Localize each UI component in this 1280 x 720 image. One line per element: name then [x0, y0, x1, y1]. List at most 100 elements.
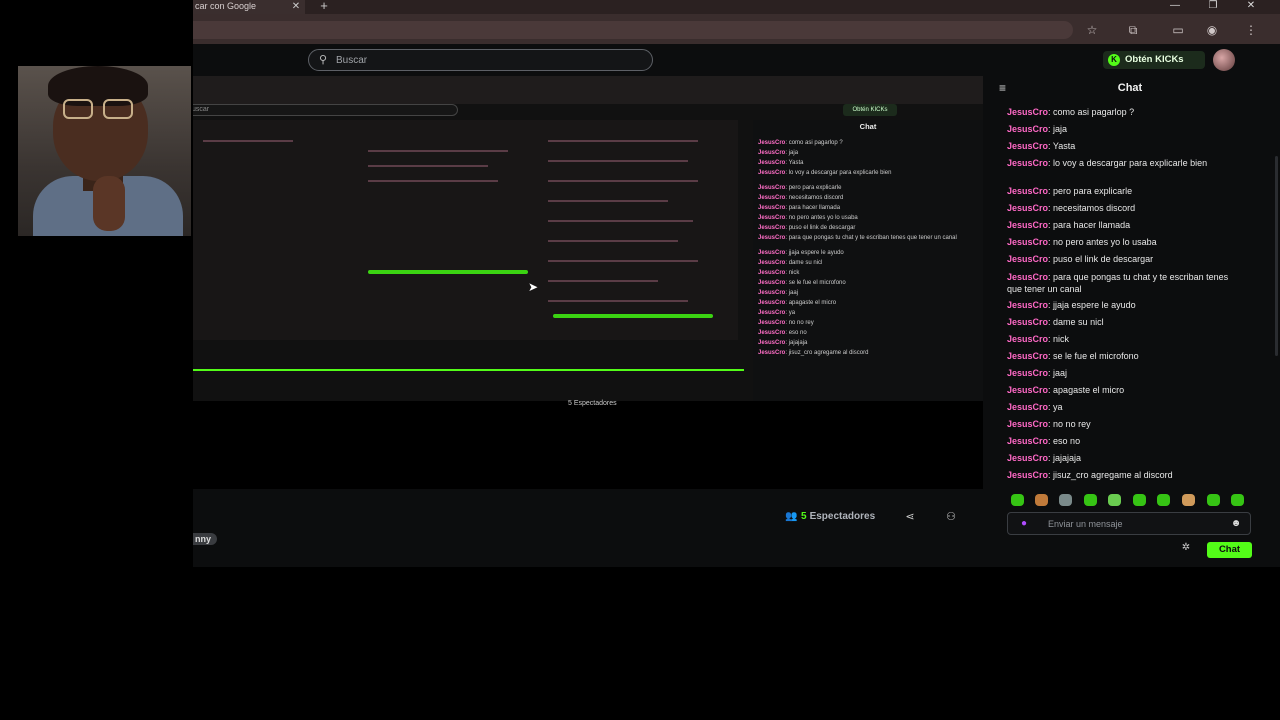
chat-username[interactable]: JesusCro [1007, 141, 1048, 151]
emote-bar [1007, 492, 1247, 508]
emote-button[interactable] [1059, 494, 1072, 506]
chat-text: nick [1053, 334, 1070, 344]
emote-button[interactable] [1231, 494, 1244, 506]
top-navigation: ⚲ K Obtén KICKs [193, 44, 1280, 76]
emote-button[interactable] [1035, 494, 1048, 506]
emote-button[interactable] [1182, 494, 1195, 506]
chat-username[interactable]: JesusCro [1007, 158, 1048, 168]
chat-message: JesusCro: dame su nicl [1007, 317, 1104, 327]
webcam-hand [93, 176, 125, 231]
screen: car con Google ✕ + — ❐ ✕ ☆ ⧉ ▭ ◉ ⋮ ⚲ K O… [0, 0, 1280, 720]
chat-text: se le fue el microfono [1053, 351, 1139, 361]
search-box[interactable]: ⚲ [308, 49, 653, 71]
address-bar[interactable] [193, 21, 1073, 39]
recursion-line [203, 140, 293, 142]
minimize-button[interactable]: — [1166, 0, 1184, 14]
sidebar-icon[interactable]: ▭ [1170, 22, 1186, 38]
captured-chat-line: JesusCro: ya [758, 310, 796, 316]
menu-icon[interactable]: ⋮ [1243, 22, 1259, 38]
chat-text: apagaste el micro [1053, 385, 1125, 395]
chat-send-button[interactable]: Chat [1207, 542, 1252, 558]
recursion-line [368, 150, 508, 152]
emote-button[interactable] [1108, 494, 1121, 506]
chat-message: JesusCro: se le fue el microfono [1007, 351, 1139, 361]
chat-username[interactable]: JesusCro [1007, 351, 1048, 361]
chat-username[interactable]: JesusCro [1007, 272, 1048, 282]
chat-username[interactable]: JesusCro [1007, 470, 1048, 480]
chat-username[interactable]: JesusCro [1007, 402, 1048, 412]
follow-icon[interactable]: ⚇ [943, 510, 959, 524]
emote-button[interactable] [1084, 494, 1097, 506]
emote-button[interactable] [1133, 494, 1146, 506]
chat-text: ya [1053, 402, 1063, 412]
star-icon[interactable]: ☆ [1084, 22, 1100, 38]
chat-message: JesusCro: pero para explicarle [1007, 186, 1133, 196]
captured-chat-line: JesusCro: se le fue el microfono [758, 280, 846, 286]
new-tab-button[interactable]: + [317, 0, 331, 14]
chat-username[interactable]: JesusCro [1007, 317, 1048, 327]
chat-message: JesusCro: apagaste el micro [1007, 385, 1125, 395]
emote-button[interactable] [1011, 494, 1024, 506]
chat-input-box[interactable]: ● ☻ [1007, 512, 1251, 535]
chat-username[interactable]: JesusCro [1007, 186, 1048, 196]
extensions-icon[interactable]: ⧉ [1125, 22, 1141, 38]
chat-username[interactable]: JesusCro [1007, 453, 1048, 463]
video-player[interactable]: uscar Obtén KICKs Chat JesusCro: como as… [193, 76, 983, 489]
profile-icon[interactable]: ◉ [1204, 22, 1220, 38]
emoji-icon[interactable]: ☻ [1229, 517, 1243, 531]
captured-chat-line: JesusCro: puso el link de descargar [758, 225, 856, 231]
chat-username[interactable]: JesusCro [1007, 300, 1048, 310]
webcam-overlay [18, 66, 191, 236]
chat-collapse-icon[interactable]: ≡ [999, 80, 1015, 96]
chat-username[interactable]: JesusCro [1007, 368, 1048, 378]
kick-page: ⚲ K Obtén KICKs uscar Obtén KICKs [193, 44, 1280, 567]
message-input[interactable] [1048, 517, 1218, 531]
get-kicks-button[interactable]: K Obtén KICKs [1103, 51, 1205, 69]
chat-title: Chat [1117, 82, 1143, 94]
captured-chat-line: JesusCro: dame su nicl [758, 260, 823, 266]
captured-chat: Chat JesusCro: como asi pagarlop ? Jesus… [753, 120, 983, 401]
emote-button[interactable] [1157, 494, 1170, 506]
chat-scrollbar[interactable] [1275, 156, 1278, 356]
chat-username[interactable]: JesusCro [1007, 237, 1048, 247]
chat-message: JesusCro: jajajaja [1007, 453, 1082, 463]
chat-username[interactable]: JesusCro [1007, 419, 1048, 429]
recursion-line [548, 240, 678, 242]
chat-message: JesusCro: no no rey [1007, 419, 1091, 429]
streamer-tag[interactable]: nny [193, 533, 217, 545]
tab-close-icon[interactable]: ✕ [290, 0, 302, 14]
chat-message: JesusCro: jisuz_cro agregame al discord [1007, 470, 1173, 480]
chat-message: JesusCro: nick [1007, 334, 1070, 344]
chat-username[interactable]: JesusCro [1007, 334, 1048, 344]
chat-message: JesusCro: para hacer llamada [1007, 220, 1131, 230]
restore-button[interactable]: ❐ [1204, 0, 1222, 14]
mic-icon[interactable]: ● [1021, 517, 1031, 531]
share-icon[interactable]: ⋖ [903, 510, 917, 524]
chat-username[interactable]: JesusCro [1007, 124, 1048, 134]
search-icon: ⚲ [319, 54, 328, 66]
recursion-line [548, 200, 668, 202]
captured-progress-bar [193, 369, 744, 371]
chat-username[interactable]: JesusCro [1007, 220, 1048, 230]
chat-text: para hacer llamada [1053, 220, 1131, 230]
emote-button[interactable] [1207, 494, 1220, 506]
webcam-hair [48, 66, 148, 106]
browser-tab[interactable]: car con Google ✕ [193, 0, 305, 14]
captured-chat-line: JesusCro: eso no [758, 330, 807, 336]
search-input[interactable] [336, 53, 636, 67]
chat-username[interactable]: JesusCro [1007, 107, 1048, 117]
settings-icon[interactable]: ✲ [1180, 541, 1192, 555]
captured-chat-line: JesusCro: jjaja espere le ayudo [758, 250, 844, 256]
captured-kicks-button: Obtén KICKs [843, 104, 897, 116]
chat-text: lo voy a descargar para explicarle bien [1053, 158, 1208, 168]
browser-toolbar: ☆ ⧉ ▭ ◉ ⋮ [193, 14, 1280, 44]
chat-username[interactable]: JesusCro [1007, 254, 1048, 264]
user-avatar[interactable] [1213, 49, 1235, 71]
chat-username[interactable]: JesusCro [1007, 436, 1048, 446]
close-window-button[interactable]: ✕ [1242, 0, 1260, 14]
captured-screen: uscar Obtén KICKs Chat JesusCro: como as… [193, 76, 983, 407]
chat-username[interactable]: JesusCro [1007, 203, 1048, 213]
chat-username[interactable]: JesusCro [1007, 385, 1048, 395]
viewers-label: Espectadores [809, 511, 876, 522]
recursion-line [548, 160, 688, 162]
